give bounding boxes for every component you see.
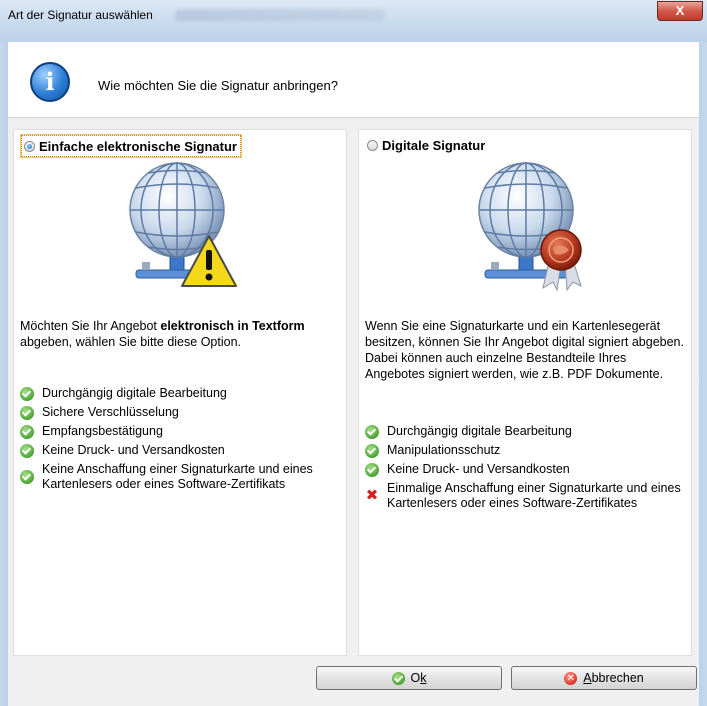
- feature-item: Keine Anschaffung einer Signaturkarte un…: [20, 462, 345, 492]
- cancel-x-icon: ✕: [564, 671, 578, 685]
- feature-text: Keine Druck- und Versandkosten: [42, 443, 225, 457]
- ok-button-label: Ok: [411, 671, 427, 685]
- info-icon: i: [30, 62, 70, 102]
- radio-button-checked[interactable]: [24, 140, 35, 152]
- digital-signature-features: Durchgängig digitale Bearbeitung Manipul…: [365, 424, 690, 515]
- feature-text: Keine Anschaffung einer Signaturkarte un…: [42, 462, 313, 491]
- feature-text: Durchgängig digitale Bearbeitung: [387, 424, 572, 438]
- check-icon: [365, 443, 379, 458]
- window-frame-left: [0, 42, 8, 706]
- radio-button-unchecked[interactable]: [367, 139, 378, 151]
- feature-item: Keine Druck- und Versandkosten: [365, 462, 690, 477]
- ok-label-prefix: O: [410, 671, 421, 685]
- cancel-label-rest: bbrechen: [591, 671, 644, 685]
- title-bar[interactable]: Art der Signatur auswählen X: [0, 0, 707, 43]
- check-icon: [365, 462, 379, 477]
- cancel-label-accelerator: A: [583, 671, 592, 685]
- feature-text: Sichere Verschlüsselung: [42, 405, 179, 419]
- feature-text: Empfangsbestätigung: [42, 424, 163, 438]
- dialog-client-area: i Wie möchten Sie die Signatur anbringen…: [8, 42, 699, 706]
- cancel-button-label: Abbrechen: [583, 671, 643, 685]
- feature-item: Keine Druck- und Versandkosten: [20, 443, 345, 458]
- close-button[interactable]: X: [657, 1, 703, 21]
- check-icon: [20, 405, 34, 420]
- description-text: Möchten Sie Ihr Angebot: [20, 319, 161, 333]
- check-icon: [20, 443, 34, 458]
- feature-item: Empfangsbestätigung: [20, 424, 345, 439]
- description-text-end: abgeben, wählen Sie bitte diese Option.: [20, 335, 241, 349]
- feature-item: Durchgängig digitale Bearbeitung: [20, 386, 345, 401]
- option-label: Einfache elektronische Signatur: [39, 138, 237, 154]
- window-title: Art der Signatur auswählen: [8, 8, 153, 22]
- check-icon: [20, 386, 34, 401]
- feature-item: Durchgängig digitale Bearbeitung: [365, 424, 690, 439]
- globe-warning-icon: [114, 158, 244, 298]
- feature-text: Durchgängig digitale Bearbeitung: [42, 386, 227, 400]
- blurred-title-region: [175, 9, 385, 21]
- simple-signature-features: Durchgängig digitale Bearbeitung Sichere…: [20, 386, 345, 496]
- feature-text: Keine Druck- und Versandkosten: [387, 462, 570, 476]
- digital-signature-panel[interactable]: Digitale Signatur Wenn Sie eine Signatur…: [358, 129, 692, 656]
- check-icon: [20, 470, 34, 484]
- option-label: Digitale Signatur: [382, 137, 486, 153]
- description-emphasis: elektronisch in Textform: [160, 319, 305, 333]
- globe-seal-icon: [463, 158, 593, 298]
- ok-button[interactable]: Ok: [316, 666, 502, 690]
- feature-text: Manipulationsschutz: [387, 443, 501, 457]
- cancel-button[interactable]: ✕ Abbrechen: [511, 666, 697, 690]
- header-question: Wie möchten Sie die Signatur anbringen?: [98, 78, 338, 93]
- digital-signature-description: Wenn Sie eine Signaturkarte und ein Kart…: [365, 319, 684, 381]
- dialog-window: Art der Signatur auswählen X i Wie möcht…: [0, 0, 707, 706]
- check-icon: [365, 424, 379, 439]
- feature-text: Einmalige Anschaffung einer Signaturkart…: [387, 481, 681, 510]
- feature-item: ✖ Einmalige Anschaffung einer Signaturka…: [365, 481, 690, 511]
- radio-digital-signature[interactable]: Digitale Signatur: [367, 135, 485, 155]
- simple-signature-panel[interactable]: Einfache elektronische Signatur Möchten …: [13, 129, 347, 656]
- simple-signature-description: Möchten Sie Ihr Angebot elektronisch in …: [20, 318, 340, 350]
- radio-simple-signature[interactable]: Einfache elektronische Signatur: [20, 134, 242, 158]
- check-icon: [20, 424, 34, 439]
- x-icon: ✖: [365, 487, 379, 504]
- feature-item: Sichere Verschlüsselung: [20, 405, 345, 420]
- feature-item: Manipulationsschutz: [365, 443, 690, 458]
- ok-label-accelerator: k: [420, 671, 427, 685]
- dialog-header: i Wie möchten Sie die Signatur anbringen…: [8, 42, 699, 118]
- ok-check-icon: [391, 671, 405, 685]
- window-frame-right: [699, 42, 707, 706]
